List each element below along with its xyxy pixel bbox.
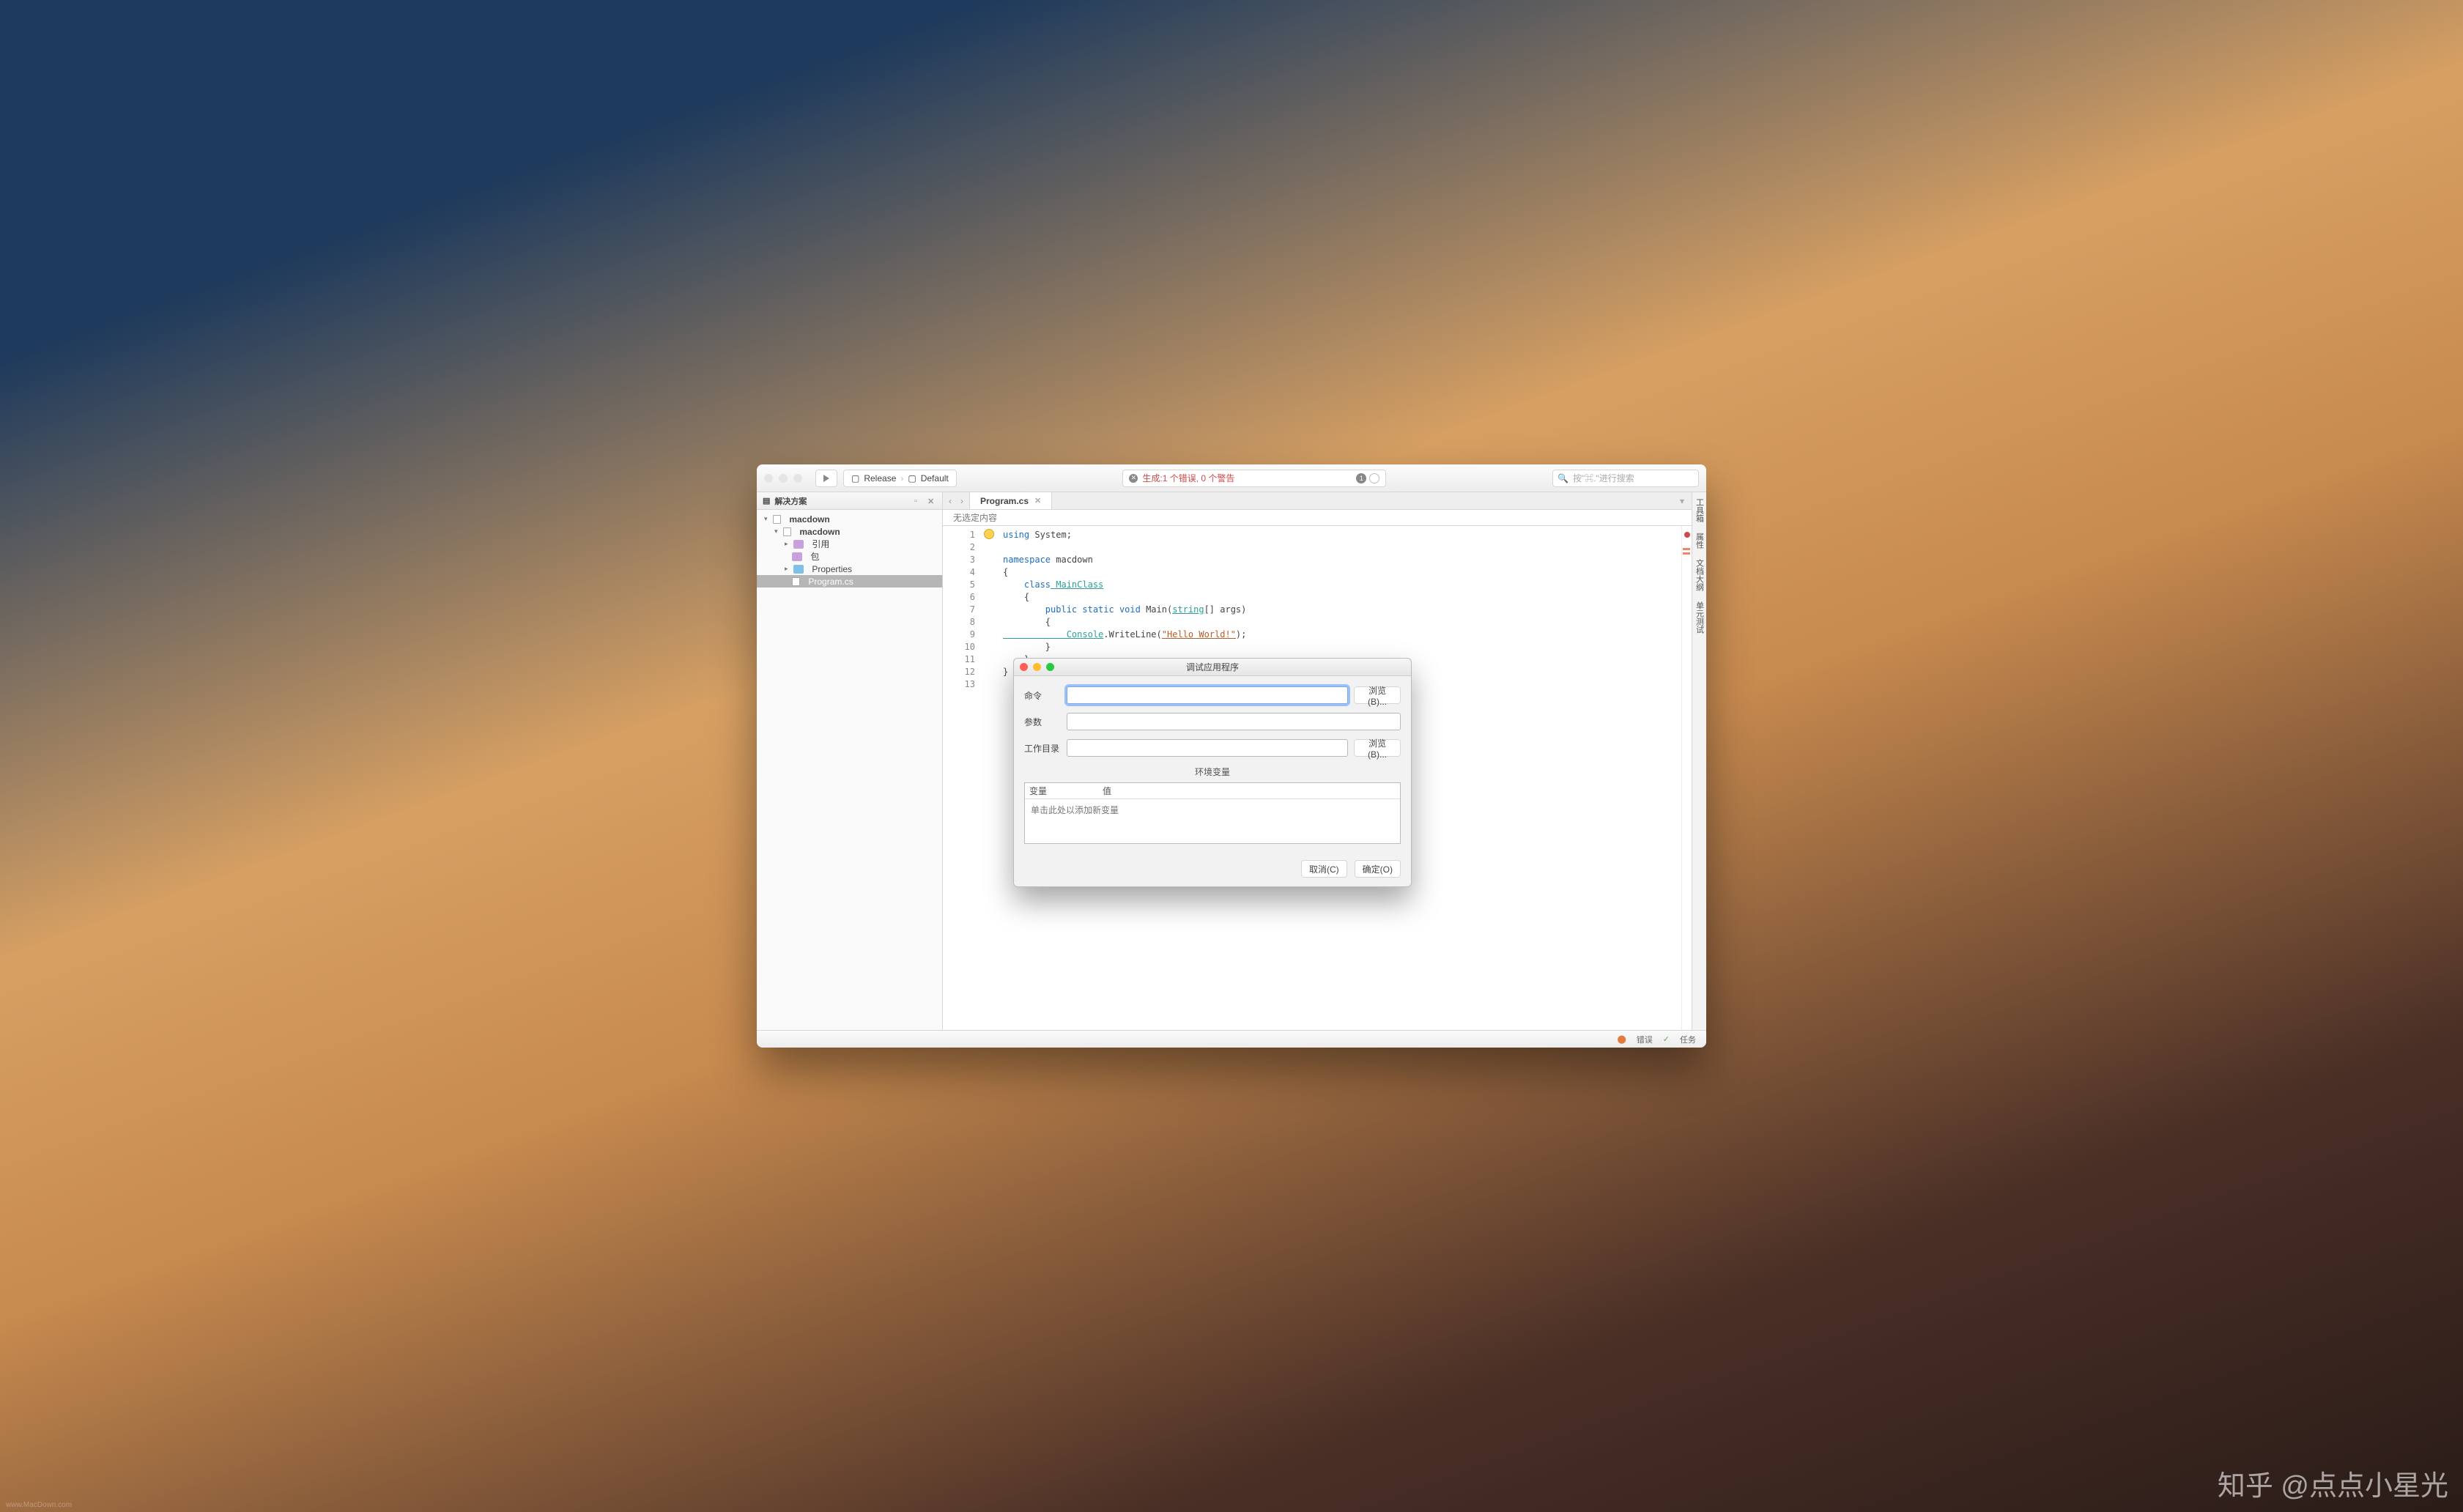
run-button[interactable] [815, 470, 837, 487]
ide-window: ▢Release › ▢Default ✕ 生成:1 个错误, 0 个警告 1 … [757, 464, 1706, 1048]
solution-icon: ▤ [763, 496, 770, 505]
fire-icon: ⬤ [1617, 1034, 1626, 1044]
tree-properties[interactable]: ▸ Properties [757, 563, 942, 575]
error-icon: ✕ [1129, 474, 1138, 483]
tab-label: Program.cs [980, 496, 1029, 506]
minimap-marker [1683, 552, 1690, 555]
env-section-title: 环境变量 [1024, 766, 1401, 778]
tree-file-program[interactable]: Program.cs [757, 575, 942, 588]
window-controls[interactable] [764, 474, 802, 483]
search-placeholder: 按"⌘."进行搜索 [1573, 472, 1634, 484]
close-panel-icon[interactable]: ✕ [927, 497, 936, 505]
dialog-minimize-icon[interactable] [1033, 663, 1041, 671]
pin-icon[interactable]: ▫ [914, 497, 923, 505]
watermark: 知乎 @点点小星光 [2218, 1463, 2448, 1503]
nav-back-icon[interactable]: ‹ [949, 496, 952, 506]
minimap[interactable] [1681, 526, 1692, 1030]
status-errors[interactable]: 错误 [1637, 1034, 1653, 1045]
search-input[interactable]: 🔍 按"⌘."进行搜索 [1552, 470, 1699, 487]
side-tab-tests[interactable]: 单元测试 [1694, 601, 1705, 634]
browse-command-button[interactable]: 浏览(B)... [1354, 686, 1401, 704]
command-label: 命令 [1024, 689, 1061, 702]
side-tab-outline[interactable]: 文档大纲 [1694, 559, 1705, 591]
footer-credit: www.MacDown.com [6, 1501, 72, 1509]
editor-tabbar: ‹› Program.cs✕ ▾ [943, 492, 1692, 510]
dialog-close-icon[interactable] [1020, 663, 1028, 671]
build-status-text: 生成:1 个错误, 0 个警告 [1142, 472, 1234, 484]
close-icon[interactable] [764, 474, 773, 483]
env-placeholder[interactable]: 单击此处以添加新变量 [1025, 799, 1400, 820]
side-tool-tabs: 工具箱 属性 文档大纲 单元测试 [1692, 492, 1706, 1030]
tree-project[interactable]: ▾ macdown [757, 525, 942, 538]
env-col-value: 值 [1103, 785, 1111, 797]
target-name: Default [921, 473, 949, 483]
status-bar: ⬤错误 ✓任务 [757, 1030, 1706, 1048]
env-table[interactable]: 变量值 单击此处以添加新变量 [1024, 782, 1401, 844]
workdir-label: 工作目录 [1024, 742, 1061, 755]
tabbar-overflow-icon[interactable]: ▾ [1680, 496, 1684, 506]
side-tab-properties[interactable]: 属性 [1694, 533, 1705, 549]
tree-solution[interactable]: ▾ macdown [757, 513, 942, 525]
browse-workdir-button[interactable]: 浏览(B)... [1354, 739, 1401, 757]
status-tasks[interactable]: 任务 [1680, 1034, 1696, 1045]
solution-tree[interactable]: ▾ macdown ▾ macdown ▸ 引用 包 ▸ Properties … [757, 510, 942, 590]
config-name: Release [864, 473, 896, 483]
args-label: 参数 [1024, 716, 1061, 728]
editor-tab[interactable]: Program.cs ✕ [970, 492, 1052, 509]
nav-arrows[interactable]: ‹› [943, 492, 970, 509]
play-icon [823, 475, 829, 482]
command-input[interactable] [1067, 686, 1348, 704]
error-count-badge: 1 [1356, 473, 1366, 483]
minimize-icon[interactable] [779, 474, 788, 483]
gutter: 12345678910111213 [943, 526, 981, 1030]
debug-dialog: 调试应用程序 命令 浏览(B)... 参数 工作目录 浏览(B)... 环境变量… [1013, 658, 1412, 887]
side-tab-toolbox[interactable]: 工具箱 [1694, 498, 1705, 522]
titlebar: ▢Release › ▢Default ✕ 生成:1 个错误, 0 个警告 1 … [757, 464, 1706, 492]
dialog-zoom-icon[interactable] [1046, 663, 1054, 671]
ok-button[interactable]: 确定(O) [1355, 860, 1401, 878]
minimap-marker [1683, 548, 1690, 550]
breadcrumb[interactable]: 无选定内容 [943, 510, 1692, 526]
zoom-icon[interactable] [793, 474, 802, 483]
build-status[interactable]: ✕ 生成:1 个错误, 0 个警告 1 [1122, 470, 1386, 487]
solution-panel-title: 解决方案 [774, 495, 807, 507]
workdir-input[interactable] [1067, 739, 1348, 757]
solution-panel: ▤ 解决方案 ▫ ✕ ▾ macdown ▾ macdown ▸ 引用 包 ▸ … [757, 492, 943, 1030]
minimap-error-marker[interactable] [1684, 532, 1690, 538]
dialog-titlebar: 调试应用程序 [1014, 659, 1411, 676]
nav-fwd-icon[interactable]: › [960, 496, 963, 506]
tree-references[interactable]: ▸ 引用 [757, 538, 942, 550]
tree-packages[interactable]: 包 [757, 550, 942, 563]
cancel-button[interactable]: 取消(C) [1301, 860, 1347, 878]
close-tab-icon[interactable]: ✕ [1034, 496, 1041, 505]
dialog-title: 调试应用程序 [1186, 661, 1239, 673]
args-input[interactable] [1067, 713, 1401, 730]
env-col-variable: 变量 [1029, 785, 1103, 797]
lightbulb-icon[interactable] [984, 529, 994, 539]
solution-panel-header: ▤ 解决方案 ▫ ✕ [757, 492, 942, 510]
config-selector[interactable]: ▢Release › ▢Default [843, 470, 957, 487]
search-icon: 🔍 [1558, 473, 1568, 483]
info-icon [1369, 473, 1379, 483]
